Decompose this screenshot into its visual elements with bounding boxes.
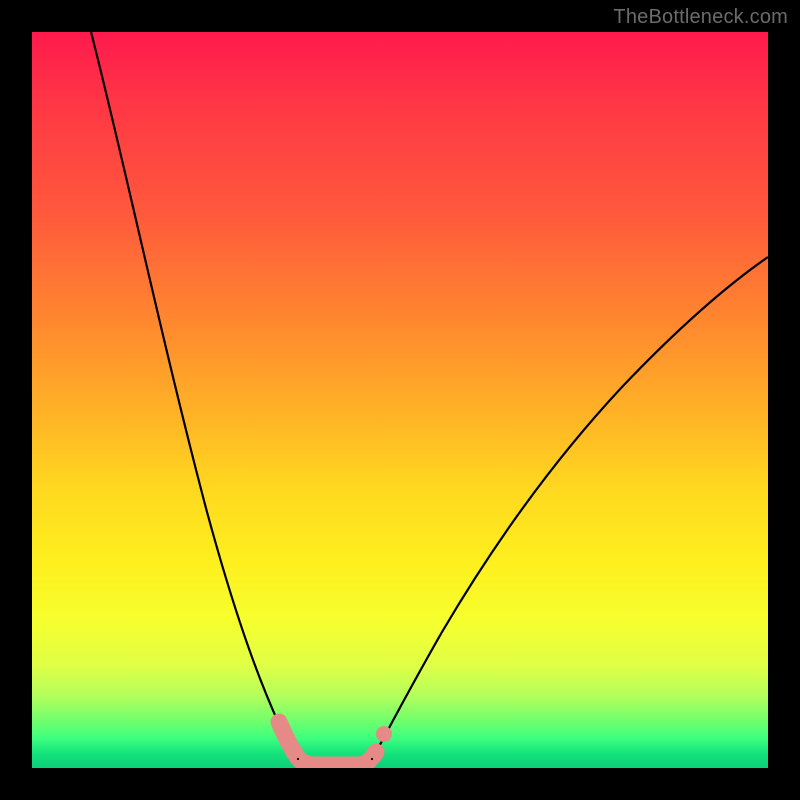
right-curve-start [371, 758, 373, 760]
left-curve [91, 32, 298, 759]
valley-right-dot [376, 726, 392, 742]
left-curve-end [297, 758, 299, 760]
plot-area [32, 32, 768, 768]
chart-frame: TheBottleneck.com [0, 0, 800, 800]
watermark-text: TheBottleneck.com [613, 6, 788, 29]
valley-right-stroke [360, 752, 376, 765]
chart-curves [32, 32, 768, 768]
right-curve [372, 257, 768, 759]
